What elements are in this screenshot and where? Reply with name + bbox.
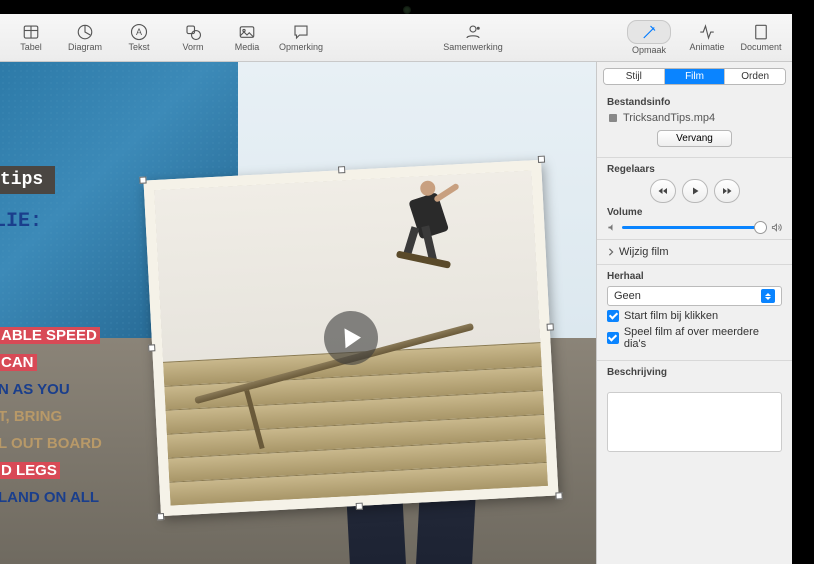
toolbar-label: Opmaak [632, 45, 666, 55]
slide-canvas[interactable]: tips LIE: ABLE SPEED CAN N AS YOUT, BRIN… [0, 62, 596, 564]
resize-handle[interactable] [157, 513, 164, 520]
resize-handle[interactable] [555, 492, 562, 499]
document-icon [752, 23, 770, 41]
toolbar-label: Media [235, 42, 260, 52]
shape-icon [184, 23, 202, 41]
toolbar-label: Vorm [182, 42, 203, 52]
tab-stijl[interactable]: Stijl [604, 69, 664, 84]
toolbar-tabel[interactable]: Tabel [4, 17, 58, 59]
table-icon [22, 23, 40, 41]
check-start-on-click[interactable]: Start film bij klikken [607, 310, 782, 322]
video-object[interactable] [143, 160, 558, 516]
slide-body-text: ABLE SPEED CAN N AS YOUT, BRINGL OUT BOA… [0, 322, 102, 511]
toolbar-animatie[interactable]: Animatie [680, 17, 734, 59]
media-icon [238, 23, 256, 41]
repeat-label: Herhaal [607, 271, 782, 282]
filename: TricksandTips.mp4 [623, 112, 715, 124]
check-label: Start film bij klikken [624, 310, 718, 322]
forward-button[interactable] [714, 179, 740, 203]
movie-file-icon [607, 112, 619, 124]
svg-text:A: A [136, 27, 142, 37]
toolbar: Tabel Diagram A Tekst Vorm Media Opmerki… [0, 14, 792, 62]
toolbar-label: Tekst [128, 42, 149, 52]
resize-handle[interactable] [148, 344, 155, 351]
comment-icon [292, 23, 310, 41]
repeat-select[interactable]: Geen [607, 286, 782, 306]
volume-slider[interactable] [622, 226, 767, 229]
toolbar-document[interactable]: Document [734, 17, 788, 59]
volume-low-icon [607, 222, 618, 233]
chart-icon [76, 23, 94, 41]
toolbar-diagram[interactable]: Diagram [58, 17, 112, 59]
inspector-panel: Stijl Film Orden Bestandsinfo TricksandT… [596, 62, 792, 564]
laptop-camera [403, 6, 411, 14]
volume-label: Volume [607, 207, 782, 218]
collab-icon [464, 23, 482, 41]
toolbar-opmaak[interactable]: Opmaak [618, 17, 680, 59]
file-row: TricksandTips.mp4 [607, 112, 782, 124]
toolbar-label: Animatie [689, 42, 724, 52]
controls-label: Regelaars [607, 164, 782, 175]
repeat-value: Geen [614, 290, 641, 302]
chevron-right-icon [607, 248, 615, 256]
resize-handle[interactable] [356, 503, 363, 510]
animate-icon [698, 23, 716, 41]
format-icon [640, 23, 658, 41]
inspector-tabs: Stijl Film Orden [603, 68, 786, 85]
resize-handle[interactable] [338, 166, 345, 173]
file-info-label: Bestandsinfo [607, 97, 782, 108]
toolbar-samenwerking[interactable]: Samenwerking [446, 17, 500, 59]
tab-orden[interactable]: Orden [724, 69, 785, 84]
toolbar-label: Document [740, 42, 781, 52]
replace-button[interactable]: Vervang [657, 130, 732, 147]
text-icon: A [130, 23, 148, 41]
description-textarea[interactable] [607, 392, 782, 452]
play-button[interactable] [682, 179, 708, 203]
checkbox-icon [607, 332, 619, 344]
resize-handle[interactable] [139, 176, 146, 183]
toolbar-media[interactable]: Media [220, 17, 274, 59]
edit-movie-label: Wijzig film [619, 246, 669, 258]
toolbar-label: Opmerking [279, 42, 323, 52]
toolbar-label: Diagram [68, 42, 102, 52]
toolbar-label: Tabel [20, 42, 42, 52]
slide-subtitle: LIE: [0, 210, 42, 233]
resize-handle[interactable] [538, 156, 545, 163]
tab-film[interactable]: Film [664, 69, 725, 84]
select-arrows-icon [761, 289, 775, 303]
toolbar-tekst[interactable]: A Tekst [112, 17, 166, 59]
check-play-across-slides[interactable]: Speel film af over meerdere dia's [607, 326, 782, 350]
edit-movie-disclosure[interactable]: Wijzig film [597, 240, 792, 265]
checkbox-icon [607, 310, 619, 322]
check-label: Speel film af over meerdere dia's [624, 326, 782, 350]
toolbar-vorm[interactable]: Vorm [166, 17, 220, 59]
description-label: Beschrijving [607, 367, 782, 378]
toolbar-label: Samenwerking [443, 42, 503, 52]
resize-handle[interactable] [547, 323, 554, 330]
rewind-button[interactable] [650, 179, 676, 203]
slide-title-chip: tips [0, 166, 55, 194]
volume-high-icon [771, 222, 782, 233]
toolbar-opmerking[interactable]: Opmerking [274, 17, 328, 59]
